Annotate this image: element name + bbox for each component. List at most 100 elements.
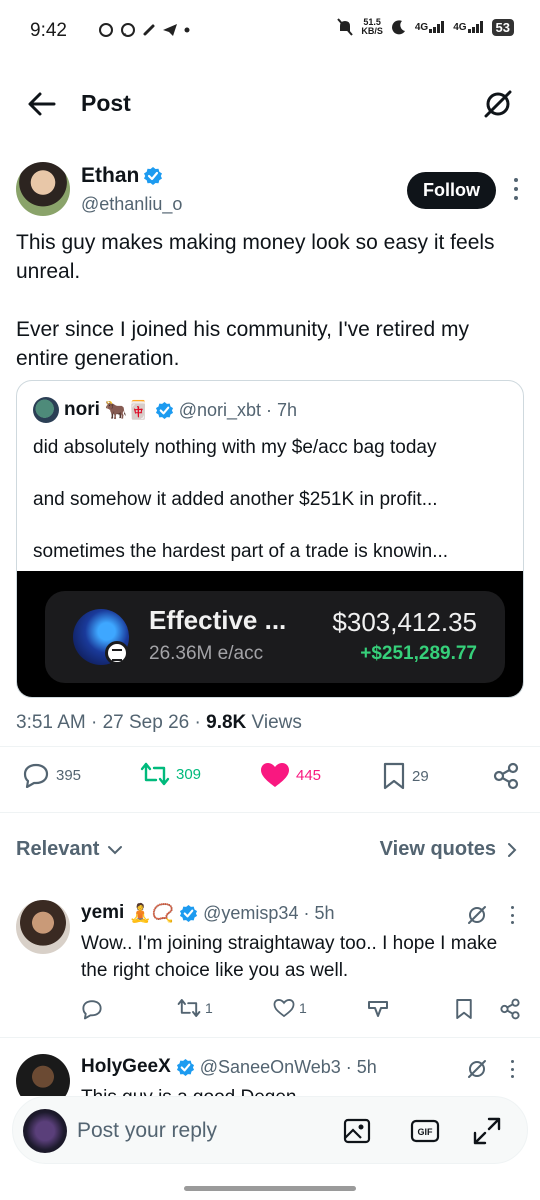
heart-icon bbox=[273, 999, 295, 1018]
repost-icon bbox=[140, 762, 170, 786]
reply-author-name[interactable]: yemi bbox=[81, 902, 124, 924]
more-options-icon[interactable] bbox=[508, 906, 516, 924]
view-quotes-link[interactable]: View quotes bbox=[380, 838, 518, 861]
views-count[interactable]: 9.8K bbox=[206, 712, 246, 733]
view-quotes-label: View quotes bbox=[379, 838, 496, 860]
dot bbox=[510, 1067, 514, 1071]
reply-button[interactable]: 395 bbox=[22, 762, 81, 788]
sort-label: Relevant bbox=[16, 838, 100, 860]
reply-item[interactable]: HolyGeeX @SaneeOnWeb3 · 5h This guy is a… bbox=[0, 1050, 540, 1096]
dot bbox=[514, 196, 518, 200]
verified-badge-icon bbox=[176, 1058, 194, 1076]
views-label: Views bbox=[246, 712, 302, 733]
quote-text-line: sometimes the hardest part of a trade is… bbox=[33, 541, 449, 562]
heart-filled-icon bbox=[261, 763, 289, 787]
reply-handle-time: @yemisp34 · 5h bbox=[203, 902, 335, 923]
status-bar: 9:42 51.5 KB/S 4G 4G 53 bbox=[0, 0, 540, 64]
bookmark-icon bbox=[383, 762, 405, 790]
bookmark-icon bbox=[456, 999, 472, 1019]
quote-text-line: did absolutely nothing with my $e/acc ba… bbox=[33, 437, 437, 458]
network-type-2: 4G bbox=[453, 22, 467, 33]
clock: 9:42 bbox=[30, 20, 67, 41]
share-button[interactable] bbox=[499, 998, 521, 1020]
dot-icon bbox=[184, 27, 190, 33]
system-icons: 51.5 KB/S 4G 4G 53 bbox=[337, 18, 514, 36]
speed-unit: KB/S bbox=[361, 26, 383, 36]
post-actions: 395 309 445 29 bbox=[0, 760, 540, 794]
author-avatar[interactable] bbox=[16, 162, 70, 216]
reply-avatar[interactable] bbox=[16, 1054, 70, 1096]
user-avatar bbox=[23, 1109, 67, 1153]
token-profit: +$251,289.77 bbox=[360, 643, 477, 664]
battery-level: 53 bbox=[491, 18, 514, 36]
home-indicator[interactable] bbox=[184, 1186, 356, 1191]
follow-button[interactable]: Follow bbox=[407, 172, 496, 209]
reply-text: Wow.. I'm joining straightaway too.. I h… bbox=[81, 933, 498, 981]
divider bbox=[0, 746, 540, 747]
repost-button[interactable]: 1 bbox=[177, 998, 213, 1018]
reply-count: 395 bbox=[56, 766, 82, 784]
author-handle[interactable]: @ethanliu_o bbox=[81, 194, 182, 215]
token-name: Effective ... bbox=[149, 605, 287, 635]
share-icon bbox=[493, 762, 519, 790]
whatsapp-icon bbox=[121, 23, 135, 37]
more-options-icon[interactable] bbox=[508, 1060, 516, 1078]
reply-icon bbox=[23, 763, 49, 788]
reply-header: yemi 🧘📿 @yemisp34 · 5h bbox=[81, 902, 334, 924]
signal-icon bbox=[467, 21, 483, 33]
repost-count: 309 bbox=[176, 765, 202, 783]
quote-author-name: nori bbox=[64, 399, 100, 420]
token-value: $303,412.35 bbox=[332, 607, 477, 637]
like-button[interactable]: 445 bbox=[260, 762, 321, 788]
moon-icon bbox=[391, 20, 405, 35]
dot bbox=[514, 178, 518, 182]
post-meta: 3:51 AM · 27 Sep 26 · 9.8K Views bbox=[16, 712, 302, 734]
bookmark-button[interactable] bbox=[455, 998, 473, 1020]
post-paragraph: This guy makes making money look so easy… bbox=[16, 231, 495, 283]
verified-badge-icon bbox=[144, 167, 163, 185]
post-author: Ethan @ethanliu_o Follow bbox=[16, 160, 524, 220]
dot bbox=[510, 1060, 514, 1063]
signal-2: 4G bbox=[453, 21, 483, 33]
reply-author-emojis: 🧘📿 bbox=[129, 902, 175, 923]
author-name-row[interactable]: Ethan bbox=[81, 164, 163, 188]
chain-badge-icon bbox=[105, 641, 129, 665]
reply-button[interactable] bbox=[81, 998, 103, 1020]
chevron-right-icon bbox=[508, 842, 517, 857]
bookmark-button[interactable]: 29 bbox=[382, 762, 429, 790]
image-icon[interactable] bbox=[341, 1115, 373, 1147]
reply-icon bbox=[82, 1000, 102, 1020]
share-button[interactable] bbox=[492, 762, 520, 790]
reply-composer[interactable]: Post your reply GIF bbox=[12, 1096, 528, 1164]
gif-icon[interactable]: GIF bbox=[409, 1115, 441, 1147]
quote-handle-time: @nori_xbt · 7h bbox=[178, 399, 298, 420]
grok-button[interactable] bbox=[482, 88, 514, 120]
repost-button[interactable]: 309 bbox=[140, 762, 201, 786]
more-options-icon[interactable] bbox=[512, 178, 520, 200]
quote-avatar bbox=[33, 397, 59, 423]
divider bbox=[0, 812, 540, 813]
reply-actions: 1 1 bbox=[81, 998, 521, 1024]
grok-icon[interactable] bbox=[466, 1058, 488, 1080]
repost-count: 1 bbox=[205, 1000, 213, 1016]
reply-author-name[interactable]: HolyGeeX bbox=[81, 1056, 171, 1078]
post-paragraph: Ever since I joined his community, I've … bbox=[16, 318, 469, 370]
bookmark-count: 29 bbox=[412, 767, 429, 785]
like-button[interactable]: 1 bbox=[273, 998, 307, 1018]
quote-image[interactable]: Effective ... 26.36M e/acc $303,412.35 +… bbox=[17, 571, 523, 697]
reply-input[interactable]: Post your reply bbox=[77, 1119, 217, 1143]
dot bbox=[510, 921, 514, 924]
reply-item[interactable]: yemi 🧘📿 @yemisp34 · 5h Wow.. I'm joining… bbox=[0, 896, 540, 1036]
back-button[interactable] bbox=[26, 90, 58, 118]
verified-badge-icon bbox=[180, 904, 198, 922]
grok-icon[interactable] bbox=[466, 904, 488, 926]
page-header: Post bbox=[0, 80, 540, 128]
dot bbox=[510, 913, 514, 917]
quoted-post[interactable]: nori 🐂🀄 @nori_xbt · 7h did absolutely no… bbox=[16, 380, 524, 698]
sort-dropdown[interactable]: Relevant bbox=[16, 838, 123, 861]
quote-header: nori 🐂🀄 @nori_xbt · 7h bbox=[33, 397, 297, 423]
expand-icon[interactable] bbox=[471, 1115, 503, 1147]
analytics-button[interactable] bbox=[367, 998, 389, 1020]
reply-avatar[interactable] bbox=[16, 900, 70, 954]
post-body: This guy makes making money look so easy… bbox=[16, 228, 521, 402]
